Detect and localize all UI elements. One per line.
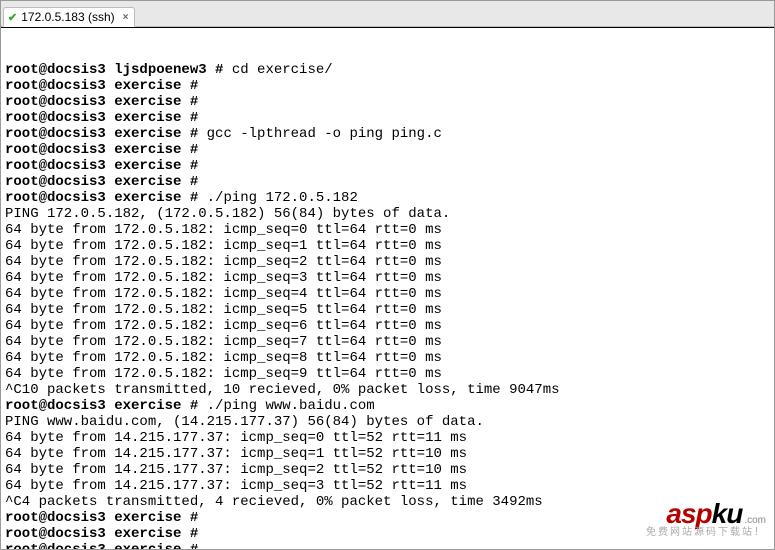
prompt-line: root@docsis3 exercise # gcc -lpthread -o… (5, 126, 770, 142)
prompt-line: root@docsis3 exercise # (5, 110, 770, 126)
check-icon: ✔ (8, 11, 17, 24)
prompt-line: root@docsis3 exercise # (5, 78, 770, 94)
ping-line: 64 byte from 14.215.177.37: icmp_seq=3 t… (5, 478, 770, 494)
ping-line: 64 byte from 172.0.5.182: icmp_seq=4 ttl… (5, 286, 770, 302)
watermark: aspku.com 免费网站源码下载站！ (646, 506, 766, 541)
ping-line: 64 byte from 172.0.5.182: icmp_seq=7 ttl… (5, 334, 770, 350)
ping-line: 64 byte from 14.215.177.37: icmp_seq=0 t… (5, 430, 770, 446)
ping-line: 64 byte from 172.0.5.182: icmp_seq=3 ttl… (5, 270, 770, 286)
prompt-line: root@docsis3 exercise # ./ping www.baidu… (5, 398, 770, 414)
prompt-line: root@docsis3 exercise # (5, 542, 770, 549)
prompt-line: root@docsis3 ljsdpoenew3 # cd exercise/ (5, 62, 770, 78)
ping-line: 64 byte from 172.0.5.182: icmp_seq=9 ttl… (5, 366, 770, 382)
ping-line: 64 byte from 172.0.5.182: icmp_seq=1 ttl… (5, 238, 770, 254)
ping-line: 64 byte from 172.0.5.182: icmp_seq=0 ttl… (5, 222, 770, 238)
terminal-body[interactable]: root@docsis3 ljsdpoenew3 # cd exercise/r… (1, 27, 774, 549)
ping-line: 64 byte from 14.215.177.37: icmp_seq=1 t… (5, 446, 770, 462)
prompt-line: root@docsis3 exercise # (5, 158, 770, 174)
prompt-line: root@docsis3 exercise # (5, 142, 770, 158)
tab-title: 172.0.5.183 (ssh) (21, 10, 114, 24)
prompt-line: root@docsis3 exercise # (5, 94, 770, 110)
watermark-ku: ku (712, 506, 743, 522)
tab-bar: ✔ 172.0.5.183 (ssh) × (1, 1, 774, 27)
prompt-line: root@docsis3 exercise # (5, 174, 770, 190)
close-icon[interactable]: × (123, 12, 129, 23)
ping-line: 64 byte from 172.0.5.182: icmp_seq=6 ttl… (5, 318, 770, 334)
terminal-tab[interactable]: ✔ 172.0.5.183 (ssh) × (3, 7, 135, 27)
ping-summary: ^C10 packets transmitted, 10 recieved, 0… (5, 382, 770, 398)
watermark-sub: 免费网站源码下载站！ (646, 525, 766, 541)
prompt-line: root@docsis3 exercise # ./ping 172.0.5.1… (5, 190, 770, 206)
ping-header: PING 172.0.5.182, (172.0.5.182) 56(84) b… (5, 206, 770, 222)
ping-header: PING www.baidu.com, (14.215.177.37) 56(8… (5, 414, 770, 430)
ping-line: 64 byte from 14.215.177.37: icmp_seq=2 t… (5, 462, 770, 478)
ping-line: 64 byte from 172.0.5.182: icmp_seq=8 ttl… (5, 350, 770, 366)
terminal-window: ✔ 172.0.5.183 (ssh) × root@docsis3 ljsdp… (0, 0, 775, 550)
watermark-asp: asp (666, 506, 711, 522)
ping-line: 64 byte from 172.0.5.182: icmp_seq=5 ttl… (5, 302, 770, 318)
ping-line: 64 byte from 172.0.5.182: icmp_seq=2 ttl… (5, 254, 770, 270)
